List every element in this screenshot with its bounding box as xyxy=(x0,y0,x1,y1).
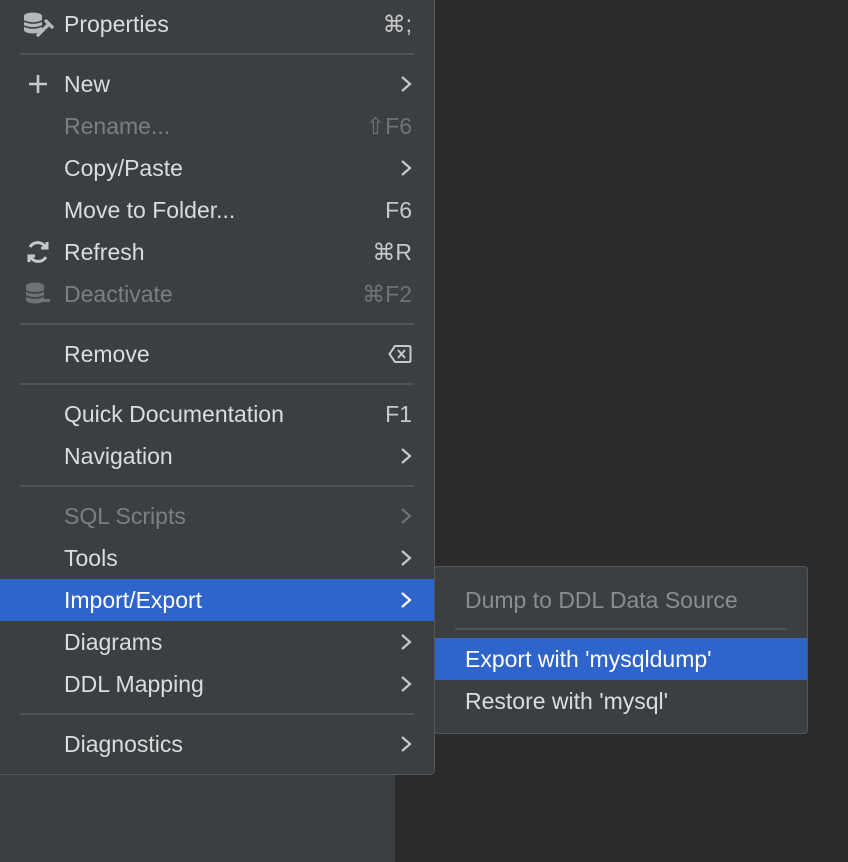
chevron-right-icon xyxy=(400,75,412,93)
menu-separator xyxy=(20,713,414,715)
menu-item-label: Tools xyxy=(64,544,118,571)
chevron-right-icon xyxy=(400,735,412,753)
shortcut: ⇧F6 xyxy=(365,112,412,139)
properties-icon xyxy=(20,3,56,45)
menu-item-label: Rename... xyxy=(64,112,171,139)
menu-item-remove[interactable]: Remove xyxy=(0,333,434,375)
menu-item-refresh[interactable]: Refresh ⌘R xyxy=(0,231,434,273)
menu-item-diagrams[interactable]: Diagrams xyxy=(0,621,434,663)
menu-item-tools[interactable]: Tools xyxy=(0,537,434,579)
menu-item-label: Diagnostics xyxy=(64,730,183,757)
chevron-right-icon xyxy=(400,549,412,567)
menu-item-label: Import/Export xyxy=(64,586,203,613)
menu-item-import-export[interactable]: Import/Export xyxy=(0,579,434,621)
menu-item-navigation[interactable]: Navigation xyxy=(0,435,434,477)
context-menu: Properties ⌘; New Rename... ⇧F6 Copy/Pas… xyxy=(0,0,435,775)
chevron-right-icon xyxy=(400,507,412,525)
deactivate-database-icon xyxy=(20,273,56,315)
menu-item-sql-scripts: SQL Scripts xyxy=(0,495,434,537)
menu-item-label: Deactivate xyxy=(64,280,173,307)
shortcut: F1 xyxy=(385,400,412,427)
shortcut: ⌘; xyxy=(382,10,412,37)
menu-item-properties[interactable]: Properties ⌘; xyxy=(0,3,434,45)
menu-item-quick-documentation[interactable]: Quick Documentation F1 xyxy=(0,393,434,435)
menu-item-new[interactable]: New xyxy=(0,63,434,105)
menu-item-label: Navigation xyxy=(64,442,173,469)
menu-item-label: Diagrams xyxy=(64,628,163,655)
plus-icon xyxy=(20,63,56,105)
chevron-right-icon xyxy=(400,447,412,465)
chevron-right-icon xyxy=(400,633,412,651)
menu-item-move-to-folder[interactable]: Move to Folder... F6 xyxy=(0,189,434,231)
shortcut: ⌘F2 xyxy=(362,280,412,307)
menu-item-deactivate: Deactivate ⌘F2 xyxy=(0,273,434,315)
menu-separator xyxy=(455,628,787,630)
chevron-right-icon xyxy=(400,675,412,693)
submenu-item-label: Restore with 'mysql' xyxy=(465,687,669,714)
submenu-item-label: Export with 'mysqldump' xyxy=(465,645,712,672)
submenu-item-export-mysqldump[interactable]: Export with 'mysqldump' xyxy=(435,638,807,680)
menu-item-label: Move to Folder... xyxy=(64,196,236,223)
menu-separator xyxy=(20,383,414,385)
menu-item-label: DDL Mapping xyxy=(64,670,204,697)
menu-item-label: Copy/Paste xyxy=(64,154,183,181)
menu-item-label: Quick Documentation xyxy=(64,400,284,427)
menu-separator xyxy=(20,323,414,325)
chevron-right-icon xyxy=(400,159,412,177)
menu-item-ddl-mapping[interactable]: DDL Mapping xyxy=(0,663,434,705)
menu-item-label: Properties xyxy=(64,10,169,37)
menu-item-label: SQL Scripts xyxy=(64,502,186,529)
menu-item-label: New xyxy=(64,70,111,97)
submenu-item-restore-mysql[interactable]: Restore with 'mysql' xyxy=(435,680,807,722)
shortcut: F6 xyxy=(385,196,412,223)
refresh-icon xyxy=(20,231,56,273)
import-export-submenu: Dump to DDL Data Source Export with 'mys… xyxy=(434,566,808,734)
menu-separator xyxy=(20,53,414,55)
submenu-item-dump-to-ddl: Dump to DDL Data Source xyxy=(435,579,807,621)
menu-item-diagnostics[interactable]: Diagnostics xyxy=(0,723,434,765)
menu-item-label: Refresh xyxy=(64,238,145,265)
chevron-right-icon xyxy=(400,591,412,609)
menu-separator xyxy=(20,485,414,487)
shortcut: ⌘R xyxy=(372,238,412,265)
menu-item-label: Remove xyxy=(64,340,150,367)
submenu-item-label: Dump to DDL Data Source xyxy=(465,586,738,613)
menu-item-copy-paste[interactable]: Copy/Paste xyxy=(0,147,434,189)
menu-item-rename: Rename... ⇧F6 xyxy=(0,105,434,147)
delete-key-icon xyxy=(388,344,412,364)
